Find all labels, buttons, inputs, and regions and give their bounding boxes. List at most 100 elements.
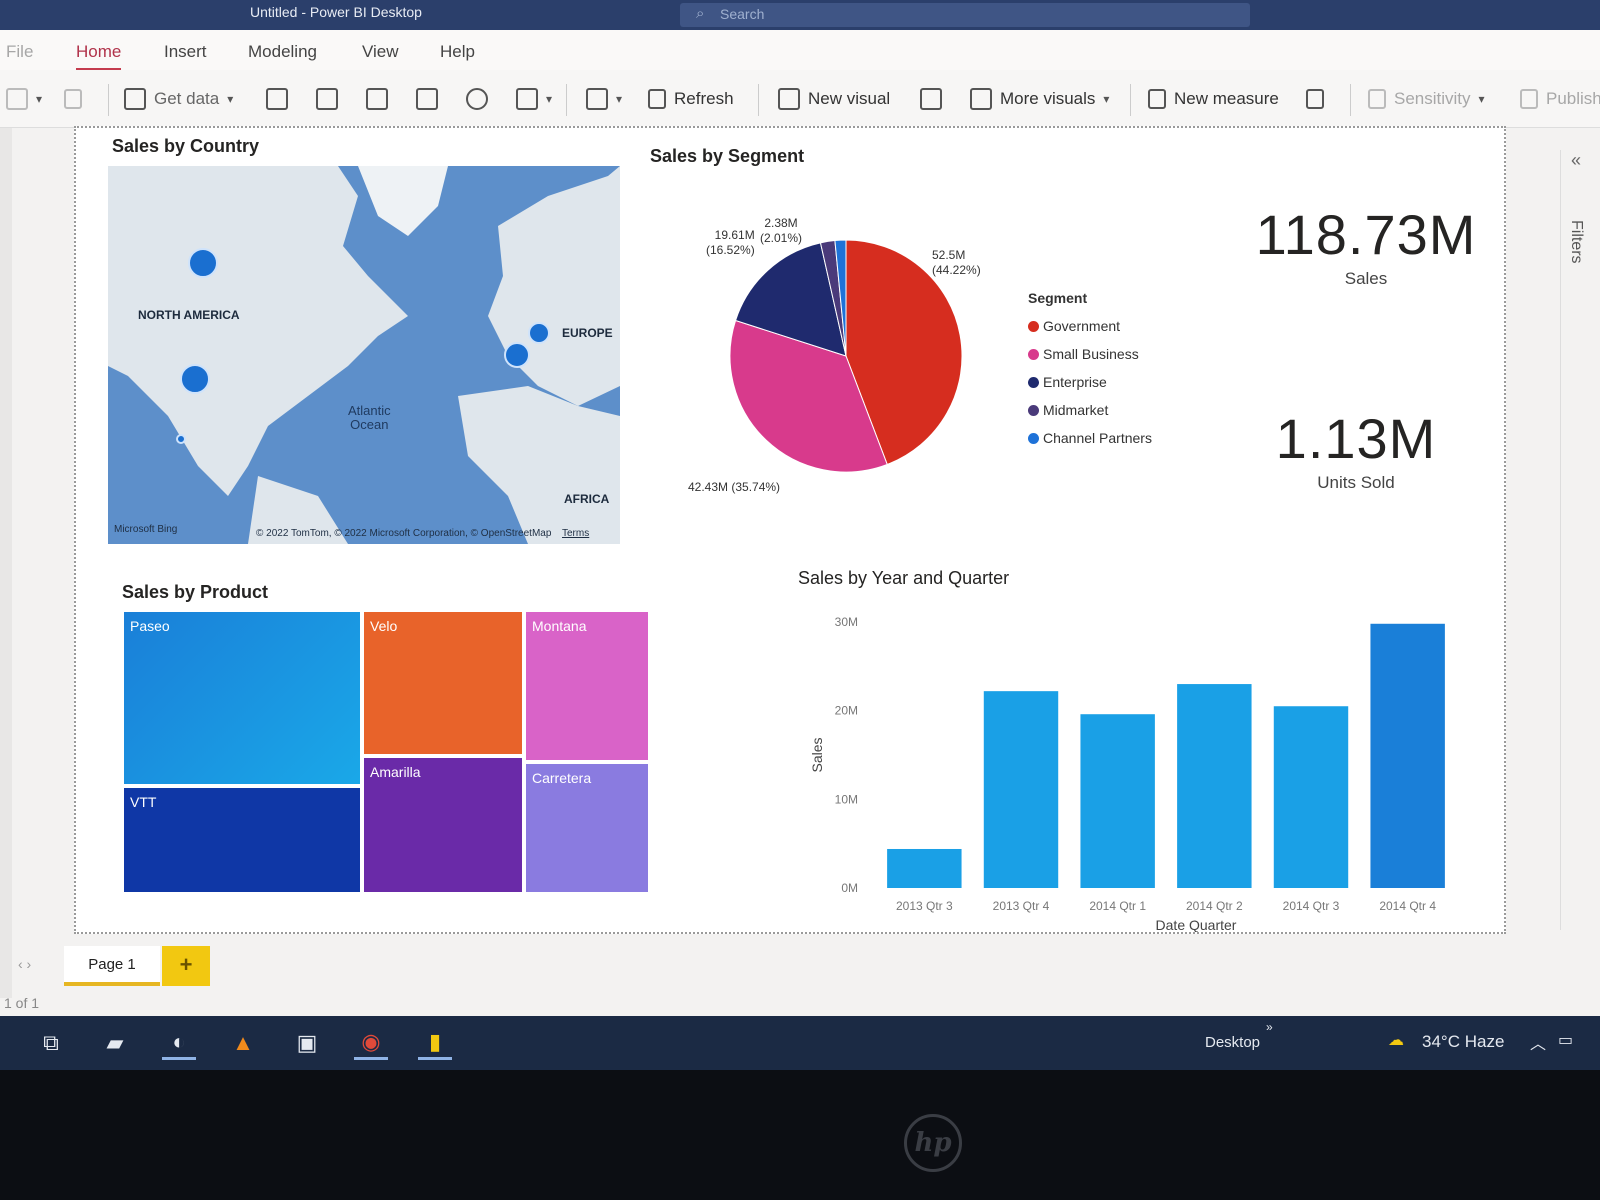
vlc-icon[interactable]: ▲ — [226, 1026, 260, 1060]
map-bubble-germany[interactable] — [528, 322, 550, 344]
treemap-visual[interactable]: Paseo VTT Velo Amarilla Montana Carreter… — [122, 610, 650, 894]
x-tick-label: 2014 Qtr 4 — [1379, 899, 1436, 913]
treemap-tile-velo[interactable]: Velo — [362, 610, 524, 756]
weather-text[interactable]: 34°C Haze — [1422, 1032, 1504, 1052]
new-visual-button[interactable]: New visual — [778, 86, 890, 112]
power-bi-icon[interactable]: ▮ — [418, 1026, 452, 1060]
map-terms-link[interactable]: Terms — [562, 528, 589, 539]
transform-data-button[interactable]: ▾ — [586, 86, 622, 112]
new-measure-button[interactable]: New measure — [1148, 86, 1279, 112]
report-canvas[interactable]: Sales by Country NORTH AMERICA EUROPE AF… — [74, 126, 1506, 934]
units-card[interactable]: 1.13M Units Sold — [1246, 406, 1466, 493]
page-tabs: ‹ › Page 1 + — [0, 938, 1600, 998]
map-bubble-mexico[interactable] — [176, 434, 186, 444]
dataverse-button[interactable] — [466, 86, 488, 112]
bar-2014-qtr-1[interactable] — [1080, 714, 1155, 888]
pie-label-government: 52.5M (44.22%) — [932, 248, 981, 278]
sql-button[interactable] — [366, 86, 388, 112]
bar-2014-qtr-3[interactable] — [1273, 706, 1349, 888]
map-label-ocean-line1: Atlantic — [348, 403, 391, 418]
menu-help[interactable]: Help — [440, 42, 475, 62]
add-page-button[interactable]: + — [162, 946, 210, 986]
search-box[interactable]: ⌕ Search — [680, 3, 1250, 27]
recent-sources-button[interactable]: ▾ — [516, 86, 552, 112]
bar-2013-qtr-3[interactable] — [887, 848, 962, 888]
ribbon-divider — [108, 84, 109, 116]
legend-label: Midmarket — [1043, 402, 1109, 418]
map-title: Sales by Country — [112, 136, 260, 156]
pie-label-enterprise-pct: (16.52%) — [706, 243, 755, 257]
taskbar: ⧉ ▰ ◐ ▲ ▣ ◉ ▮ Desktop » ☁ 34°C Haze ︿ ▭ — [0, 1016, 1600, 1070]
publish-button[interactable]: Publish — [1520, 86, 1600, 112]
ribbon-divider — [1350, 84, 1351, 116]
bar-2014-qtr-2[interactable] — [1177, 684, 1252, 888]
store-icon[interactable]: ▣ — [290, 1026, 324, 1060]
legend-item-government[interactable]: Government — [1028, 312, 1152, 340]
file-explorer-icon[interactable]: ▰ — [98, 1026, 132, 1060]
sales-card[interactable]: 118.73M Sales — [1246, 202, 1486, 289]
legend-item-enterprise[interactable]: Enterprise — [1028, 368, 1152, 396]
edge-icon[interactable]: ◐ — [162, 1026, 196, 1060]
toolbar-chevron[interactable]: » — [1266, 1020, 1273, 1034]
sensitivity-button[interactable]: Sensitivity ▾ — [1368, 86, 1485, 112]
menu-insert[interactable]: Insert — [164, 42, 207, 62]
quick-measure-button[interactable] — [1306, 86, 1324, 112]
pie-legend: Segment Government Small Business Enterp… — [1028, 290, 1152, 452]
recent-icon — [516, 88, 538, 110]
enter-data-button[interactable] — [416, 86, 438, 112]
bar-2014-qtr-4[interactable] — [1370, 623, 1445, 888]
format-painter-button[interactable] — [64, 86, 82, 112]
menu-home[interactable]: Home — [76, 42, 122, 71]
datahub-button[interactable] — [316, 86, 338, 112]
map-bubble-canada[interactable] — [188, 248, 218, 278]
refresh-button[interactable]: Refresh — [648, 86, 734, 112]
menu-file[interactable]: File — [6, 42, 33, 62]
legend-item-midmarket[interactable]: Midmarket — [1028, 396, 1152, 424]
bar-chart[interactable]: 0M 10M 20M 30M Sales 2013 Qtr 3 2013 Qtr 4 2014… — [796, 592, 1456, 932]
filters-pane[interactable]: « Filters — [1560, 150, 1596, 930]
legend-item-small-business[interactable]: Small Business — [1028, 340, 1152, 368]
map-visual[interactable]: NORTH AMERICA EUROPE AFRICA Atlantic Oce… — [108, 166, 620, 544]
bing-logo: Microsoft Bing — [114, 524, 178, 535]
treemap-tile-carretera[interactable]: Carretera — [524, 762, 650, 894]
new-measure-label: New measure — [1174, 89, 1279, 108]
chevron-up-icon[interactable]: ︿ — [1530, 1030, 1546, 1054]
chevron-down-icon: ▾ — [616, 92, 623, 106]
network-icon[interactable]: ▭ — [1558, 1030, 1573, 1050]
map-copyright: © 2022 TomTom, © 2022 Microsoft Corporat… — [256, 528, 552, 539]
brush-icon — [64, 89, 82, 109]
ribbon-divider — [566, 84, 567, 116]
treemap-tile-montana[interactable]: Montana — [524, 610, 650, 762]
treemap-tile-vtt[interactable]: VTT — [122, 786, 362, 894]
page-tab-1[interactable]: Page 1 — [64, 946, 160, 986]
paste-button[interactable]: ▾ — [6, 86, 42, 112]
map-land — [108, 166, 620, 544]
bar-2013-qtr-4[interactable] — [983, 691, 1059, 888]
pie-label-channel-pct: (2.01%) — [760, 231, 803, 245]
refresh-label: Refresh — [674, 89, 734, 108]
chevron-down-icon: ▾ — [1478, 92, 1485, 106]
treemap-tile-amarilla[interactable]: Amarilla — [362, 756, 524, 894]
chrome-icon[interactable]: ◉ — [354, 1026, 388, 1060]
y-tick-label: 10M — [835, 792, 858, 806]
menu-view[interactable]: View — [362, 42, 399, 62]
desktop-toolbar[interactable]: Desktop — [1205, 1034, 1260, 1051]
legend-swatch — [1028, 320, 1039, 332]
map-bubble-france[interactable] — [504, 342, 530, 368]
y-tick-label: 0M — [841, 881, 858, 895]
ribbon-divider — [758, 84, 759, 116]
menu-modeling[interactable]: Modeling — [248, 42, 317, 62]
legend-item-channel-partners[interactable]: Channel Partners — [1028, 424, 1152, 452]
text-box-button[interactable] — [920, 86, 942, 112]
legend-swatch — [1028, 404, 1039, 416]
get-data-button[interactable]: Get data ▾ — [124, 86, 233, 112]
map-bubble-usa[interactable] — [180, 364, 210, 394]
collapse-icon[interactable]: « — [1571, 150, 1581, 171]
task-view-icon[interactable]: ⧉ — [34, 1026, 68, 1060]
more-visuals-button[interactable]: More visuals ▾ — [970, 86, 1109, 112]
excel-button[interactable] — [266, 86, 288, 112]
weather-icon: ☁ — [1388, 1032, 1404, 1049]
search-icon: ⌕ — [696, 5, 705, 22]
treemap-tile-paseo[interactable]: Paseo — [122, 610, 362, 786]
page-nav-arrows[interactable]: ‹ › — [18, 956, 31, 972]
